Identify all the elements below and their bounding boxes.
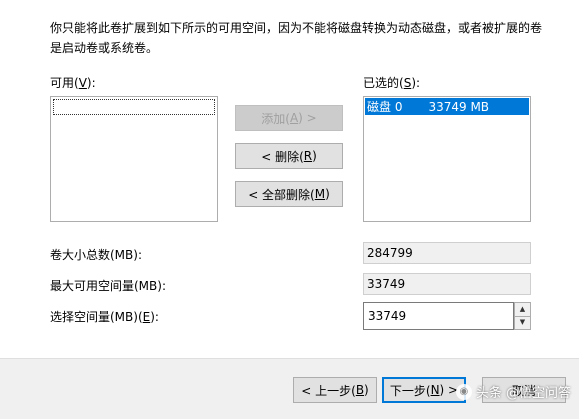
max-space-label: 最大可用空间量(MB): <box>50 279 166 293</box>
selected-label: 已选的(S): <box>363 76 421 90</box>
selected-listbox[interactable]: 磁盘 0 33749 MB <box>363 96 531 222</box>
selected-item-size: 33749 MB <box>428 99 490 114</box>
total-size-label: 卷大小总数(MB): <box>50 248 142 262</box>
watermark-text: 头条 @悟空问答 <box>475 386 571 401</box>
select-space-input[interactable]: 33749 <box>363 302 514 330</box>
available-label: 可用(V): <box>50 76 96 90</box>
total-size-value: 284799 <box>363 242 531 264</box>
next-button[interactable]: 下一步(N) > <box>382 377 466 403</box>
select-space-spinner[interactable]: ▲ ▼ <box>514 302 531 330</box>
available-focus-row <box>53 99 215 115</box>
max-space-value: 33749 <box>363 273 531 295</box>
selected-item-disk: 磁盘 0 <box>367 100 403 114</box>
remove-button[interactable]: < 删除(R) <box>235 143 343 169</box>
spin-down-icon[interactable]: ▼ <box>515 315 530 330</box>
watermark-logo-icon: ◉ <box>455 383 472 400</box>
watermark: ◉ 头条 @悟空问答 <box>455 382 571 401</box>
description-text: 你只能将此卷扩展到如下所示的可用空间，因为不能将磁盘转换为动态磁盘，或者被扩展的… <box>50 21 543 55</box>
back-button[interactable]: < 上一步(B) <box>293 377 377 403</box>
remove-all-button[interactable]: < 全部删除(M) <box>235 181 343 207</box>
available-listbox[interactable] <box>50 96 218 222</box>
spin-up-icon[interactable]: ▲ <box>515 303 530 316</box>
add-button[interactable]: 添加(A) > <box>235 105 343 131</box>
select-space-label: 选择空间量(MB)(E): <box>50 310 159 324</box>
selected-item-disk-0[interactable]: 磁盘 0 33749 MB <box>365 98 529 115</box>
